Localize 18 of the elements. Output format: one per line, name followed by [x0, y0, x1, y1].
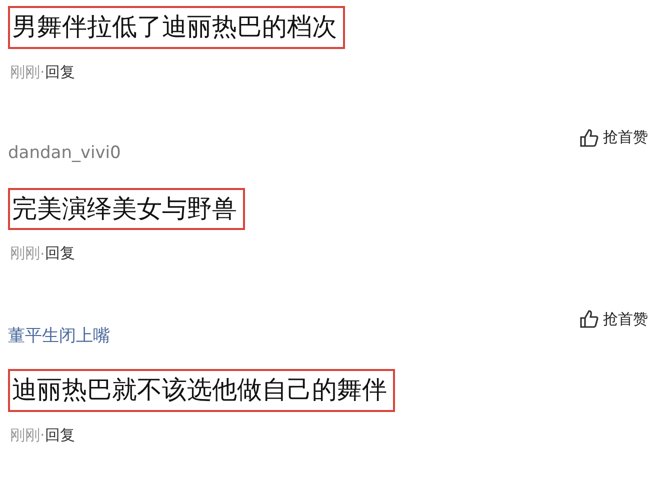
- username[interactable]: dandan_vivi0: [8, 142, 121, 162]
- reply-link[interactable]: 回复: [44, 244, 75, 263]
- comment-text: 迪丽热巴就不该选他做自己的舞伴: [8, 369, 395, 412]
- thumbs-up-icon: [579, 309, 599, 329]
- thumbs-up-icon: [579, 128, 599, 148]
- separator-dot: ·: [40, 63, 45, 81]
- timestamp: 刚刚: [10, 244, 40, 263]
- reply-link[interactable]: 回复: [44, 62, 75, 82]
- comment-text: 男舞伴拉低了迪丽热巴的档次: [8, 6, 345, 48]
- timestamp: 刚刚: [10, 62, 40, 82]
- timestamp: 刚刚: [10, 426, 40, 444]
- separator-dot: ·: [40, 426, 45, 444]
- reply-link[interactable]: 回复: [44, 426, 75, 444]
- username[interactable]: 董平生闭上嘴: [8, 324, 110, 347]
- comment-text: 完美演绎美女与野兽: [8, 188, 245, 230]
- separator-dot: ·: [40, 244, 45, 262]
- like-button[interactable]: 抢首赞: [579, 128, 648, 148]
- like-button[interactable]: 抢首赞: [579, 309, 648, 329]
